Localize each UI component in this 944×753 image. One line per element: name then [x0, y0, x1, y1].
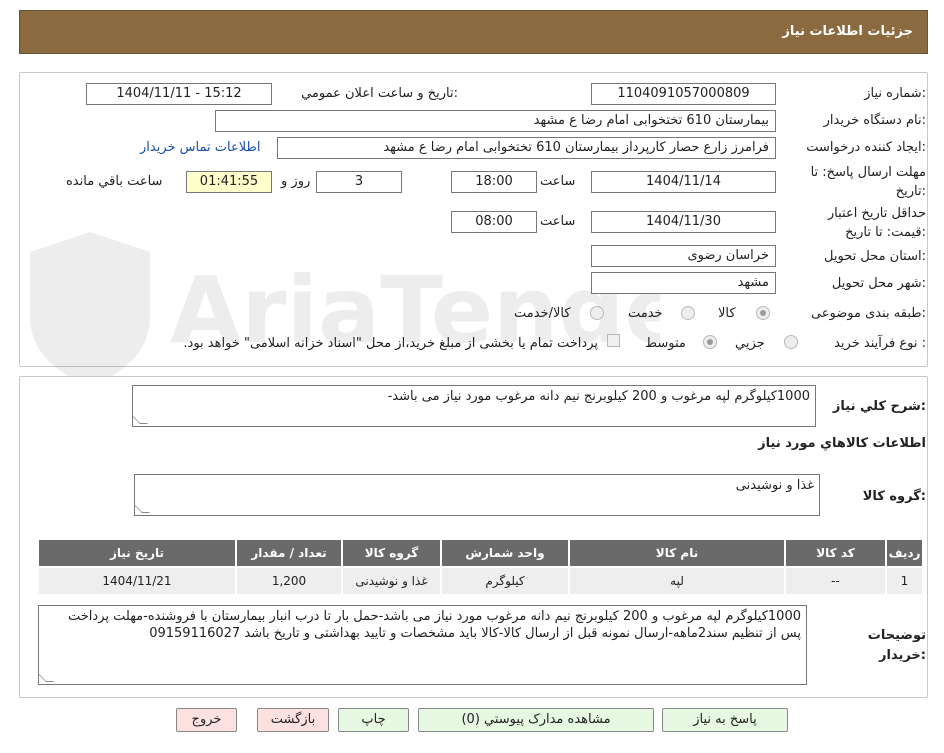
reply-button[interactable]: پاسخ به نیاز — [662, 708, 788, 732]
requester-field: فرامرز زارع حصار کارپرداز بیمارستان 610 … — [277, 137, 776, 159]
category-service-radio[interactable] — [681, 306, 695, 320]
goods-section-title: اطلاعات کالاهاي مورد نياز — [758, 436, 926, 451]
table-row: 1 -- لپه کیلوگرم غذا و نوشیدنی 1,200 140… — [37, 566, 924, 596]
province-field: خراسان رضوی — [591, 245, 776, 267]
city-label: شهر محل تحویل: — [831, 276, 926, 291]
buyer-notes-textarea[interactable]: 1000کیلوگرم لپه مرغوب و 200 کیلوبرنج نیم… — [38, 605, 807, 685]
process-medium-label: متوسط — [645, 336, 686, 351]
validity-time-label: ساعت — [540, 214, 576, 229]
buyer-contact-link[interactable]: اطلاعات تماس خريدار — [140, 140, 260, 155]
col-unit-header: واحد شمارش — [440, 538, 570, 568]
validity-date-field: 1404/11/30 — [591, 211, 776, 233]
cell-date: 1404/11/21 — [37, 566, 237, 596]
validity-label-2: قیمت: تا تاریخ: — [845, 225, 926, 240]
buyer-notes-label-1: توضیحات — [867, 628, 926, 643]
buyer-org-label: نام دستگاه خريدار: — [823, 113, 926, 128]
description-textarea[interactable]: 1000کیلوگرم لپه مرغوب و 200 کیلوبرنج نیم… — [132, 385, 816, 427]
print-button[interactable]: چاپ — [338, 708, 409, 732]
category-goods-radio[interactable] — [756, 306, 770, 320]
category-label: طبقه بندی موضوعی: — [810, 306, 926, 321]
goods-group-textarea[interactable]: غذا و نوشیدنی — [134, 474, 820, 516]
back-button[interactable]: بازگشت — [257, 708, 329, 732]
table-header-row: رديف کد کالا نام کالا واحد شمارش گروه کا… — [37, 538, 924, 568]
page-title: جزئیات اطلاعات نیاز — [782, 24, 913, 39]
description-label: شرح کلي نياز: — [832, 399, 926, 414]
cell-name: لپه — [568, 566, 786, 596]
deadline-date-field: 1404/11/14 — [591, 171, 776, 193]
announce-field: 1404/11/11 - 15:12 — [86, 83, 272, 105]
col-name-header: نام کالا — [568, 538, 786, 568]
goods-table: رديف کد کالا نام کالا واحد شمارش گروه کا… — [37, 538, 924, 596]
cell-unit: کیلوگرم — [440, 566, 570, 596]
col-qty-header: تعداد / مقدار — [235, 538, 343, 568]
cell-row: 1 — [885, 566, 924, 596]
category-service-label: خدمت — [628, 306, 663, 321]
buyer-notes-label-2: خریدار: — [879, 648, 926, 663]
cell-qty: 1,200 — [235, 566, 343, 596]
buyer-org-field: بیمارستان 610 تختخوابی امام رضا ع مشهد — [215, 110, 776, 132]
deadline-days-field: 3 — [316, 171, 402, 193]
process-medium-radio[interactable] — [703, 335, 717, 349]
validity-label-1: حداقل تاریخ اعتبار — [827, 206, 926, 221]
need-number-label: شماره نیاز: — [864, 86, 926, 101]
page-header: جزئیات اطلاعات نیاز — [19, 10, 928, 54]
view-attachments-button[interactable]: مشاهده مدارک پیوستي (0) — [418, 708, 654, 732]
process-label: نوع فرآیند خرید : — [834, 336, 926, 351]
validity-time-field: 08:00 — [451, 211, 537, 233]
treasury-payment-checkbox[interactable] — [607, 334, 620, 347]
process-minor-label: جزیي — [735, 336, 765, 351]
category-goods-service-radio[interactable] — [590, 306, 604, 320]
need-number-field: 1104091057000809 — [591, 83, 776, 105]
deadline-time-label: ساعت — [540, 174, 576, 189]
requester-label: ايجاد کننده درخواست: — [806, 140, 926, 155]
col-date-header: تاریخ نیاز — [37, 538, 237, 568]
announce-label: تاریخ و ساعت اعلان عمومي: — [301, 86, 458, 101]
remaining-time-field: 01:41:55 — [186, 171, 272, 193]
process-minor-radio[interactable] — [784, 335, 798, 349]
deadline-label-1: مهلت ارسال پاسخ: تا — [810, 165, 926, 180]
province-label: استان محل تحویل: — [824, 249, 926, 264]
exit-button[interactable]: خروج — [176, 708, 237, 732]
goods-group-label: گروه کالا: — [862, 489, 926, 504]
category-goods-service-label: کالا/خدمت — [514, 306, 571, 321]
cell-code: -- — [784, 566, 887, 596]
cell-group: غذا و نوشیدنی — [341, 566, 442, 596]
days-label: روز و — [281, 174, 311, 189]
remaining-label: ساعت باقي مانده — [66, 174, 163, 189]
deadline-label-2: تاریخ: — [895, 184, 926, 199]
col-code-header: کد کالا — [784, 538, 887, 568]
deadline-time-field: 18:00 — [451, 171, 537, 193]
col-group-header: گروه کالا — [341, 538, 442, 568]
city-field: مشهد — [591, 272, 776, 294]
col-row-header: رديف — [885, 538, 924, 568]
treasury-payment-note: پرداخت تمام یا بخشی از مبلغ خرید،از محل … — [183, 336, 598, 351]
category-goods-label: کالا — [718, 306, 736, 321]
